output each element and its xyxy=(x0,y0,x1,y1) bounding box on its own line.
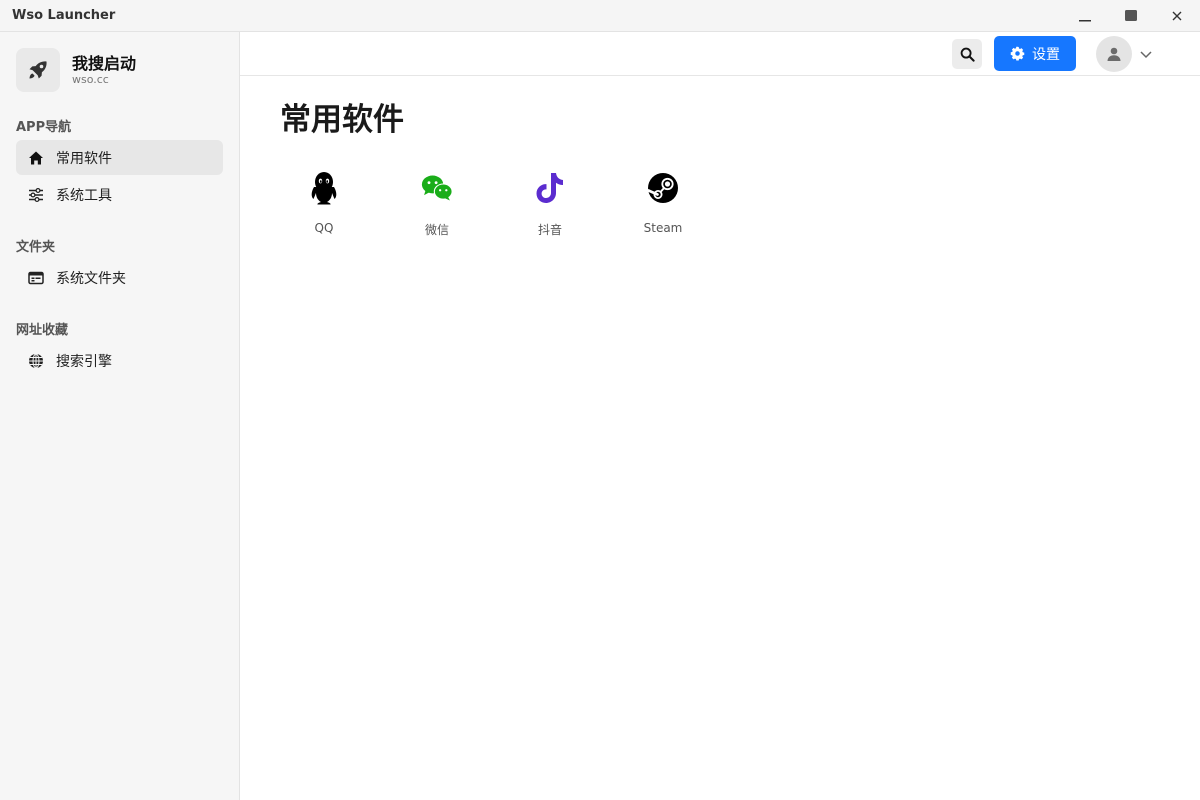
sidebar-item-label: 常用软件 xyxy=(56,151,112,167)
sidebar-item-common-software[interactable]: 常用软件 xyxy=(16,140,223,175)
settings-button[interactable]: 设置 xyxy=(994,36,1076,71)
page-title: 常用软件 xyxy=(280,102,404,138)
maximize-icon xyxy=(1125,10,1137,21)
brand-domain: wso.cc xyxy=(72,73,109,86)
rocket-icon xyxy=(16,48,60,92)
app-tile-wechat[interactable]: 微信 xyxy=(392,168,482,246)
minimize-button[interactable] xyxy=(1062,0,1108,32)
settings-label: 设置 xyxy=(1032,47,1060,63)
gear-icon xyxy=(1010,46,1025,61)
title-bar: Wso Launcher xyxy=(0,0,1200,32)
sliders-icon xyxy=(27,186,44,203)
wechat-icon xyxy=(421,172,453,204)
minimize-icon xyxy=(1079,20,1091,22)
app-label: 微信 xyxy=(424,223,449,237)
search-icon xyxy=(960,47,975,62)
search-button[interactable] xyxy=(952,39,982,69)
sidebar-item-search-engines[interactable]: 搜索引擎 xyxy=(16,343,223,378)
douyin-icon xyxy=(534,172,566,204)
app-tile-douyin[interactable]: 抖音 xyxy=(505,168,595,246)
app-tile-qq[interactable]: QQ xyxy=(279,168,369,246)
sidebar-item-system-folders[interactable]: 系统文件夹 xyxy=(16,260,223,295)
sidebar-item-label: 系统文件夹 xyxy=(56,271,126,287)
sidebar: 我搜启动 wso.cc APP导航 常用软件 系统工具 文件夹 系统文件夹 网址… xyxy=(0,32,240,800)
app-label: Steam xyxy=(643,221,683,235)
window-title: Wso Launcher xyxy=(12,8,116,23)
home-icon xyxy=(27,149,44,166)
main-content: 常用软件 QQ 微信 抖音 Steam xyxy=(240,76,1200,800)
brand-name: 我搜启动 xyxy=(72,54,137,73)
section-title-bookmarks: 网址收藏 xyxy=(16,323,69,338)
brand: 我搜启动 wso.cc xyxy=(16,48,226,92)
chevron-down-icon[interactable] xyxy=(1138,46,1154,62)
section-title-app-nav: APP导航 xyxy=(16,120,72,135)
top-header: 设置 xyxy=(240,32,1200,76)
avatar[interactable] xyxy=(1096,36,1132,72)
steam-icon xyxy=(647,172,679,204)
close-button[interactable] xyxy=(1154,0,1200,32)
section-title-folders: 文件夹 xyxy=(16,240,56,255)
user-icon xyxy=(1107,47,1121,61)
close-icon xyxy=(1172,11,1182,21)
qq-penguin-icon xyxy=(308,172,340,205)
app-label: QQ xyxy=(314,221,334,235)
sidebar-item-label: 系统工具 xyxy=(56,188,112,204)
globe-icon xyxy=(27,352,44,369)
sidebar-item-label: 搜索引擎 xyxy=(56,354,112,370)
sidebar-item-system-tools[interactable]: 系统工具 xyxy=(16,177,223,212)
folder-window-icon xyxy=(27,269,44,286)
app-tile-steam[interactable]: Steam xyxy=(618,168,708,246)
app-label: 抖音 xyxy=(537,223,562,237)
maximize-button[interactable] xyxy=(1108,0,1154,32)
